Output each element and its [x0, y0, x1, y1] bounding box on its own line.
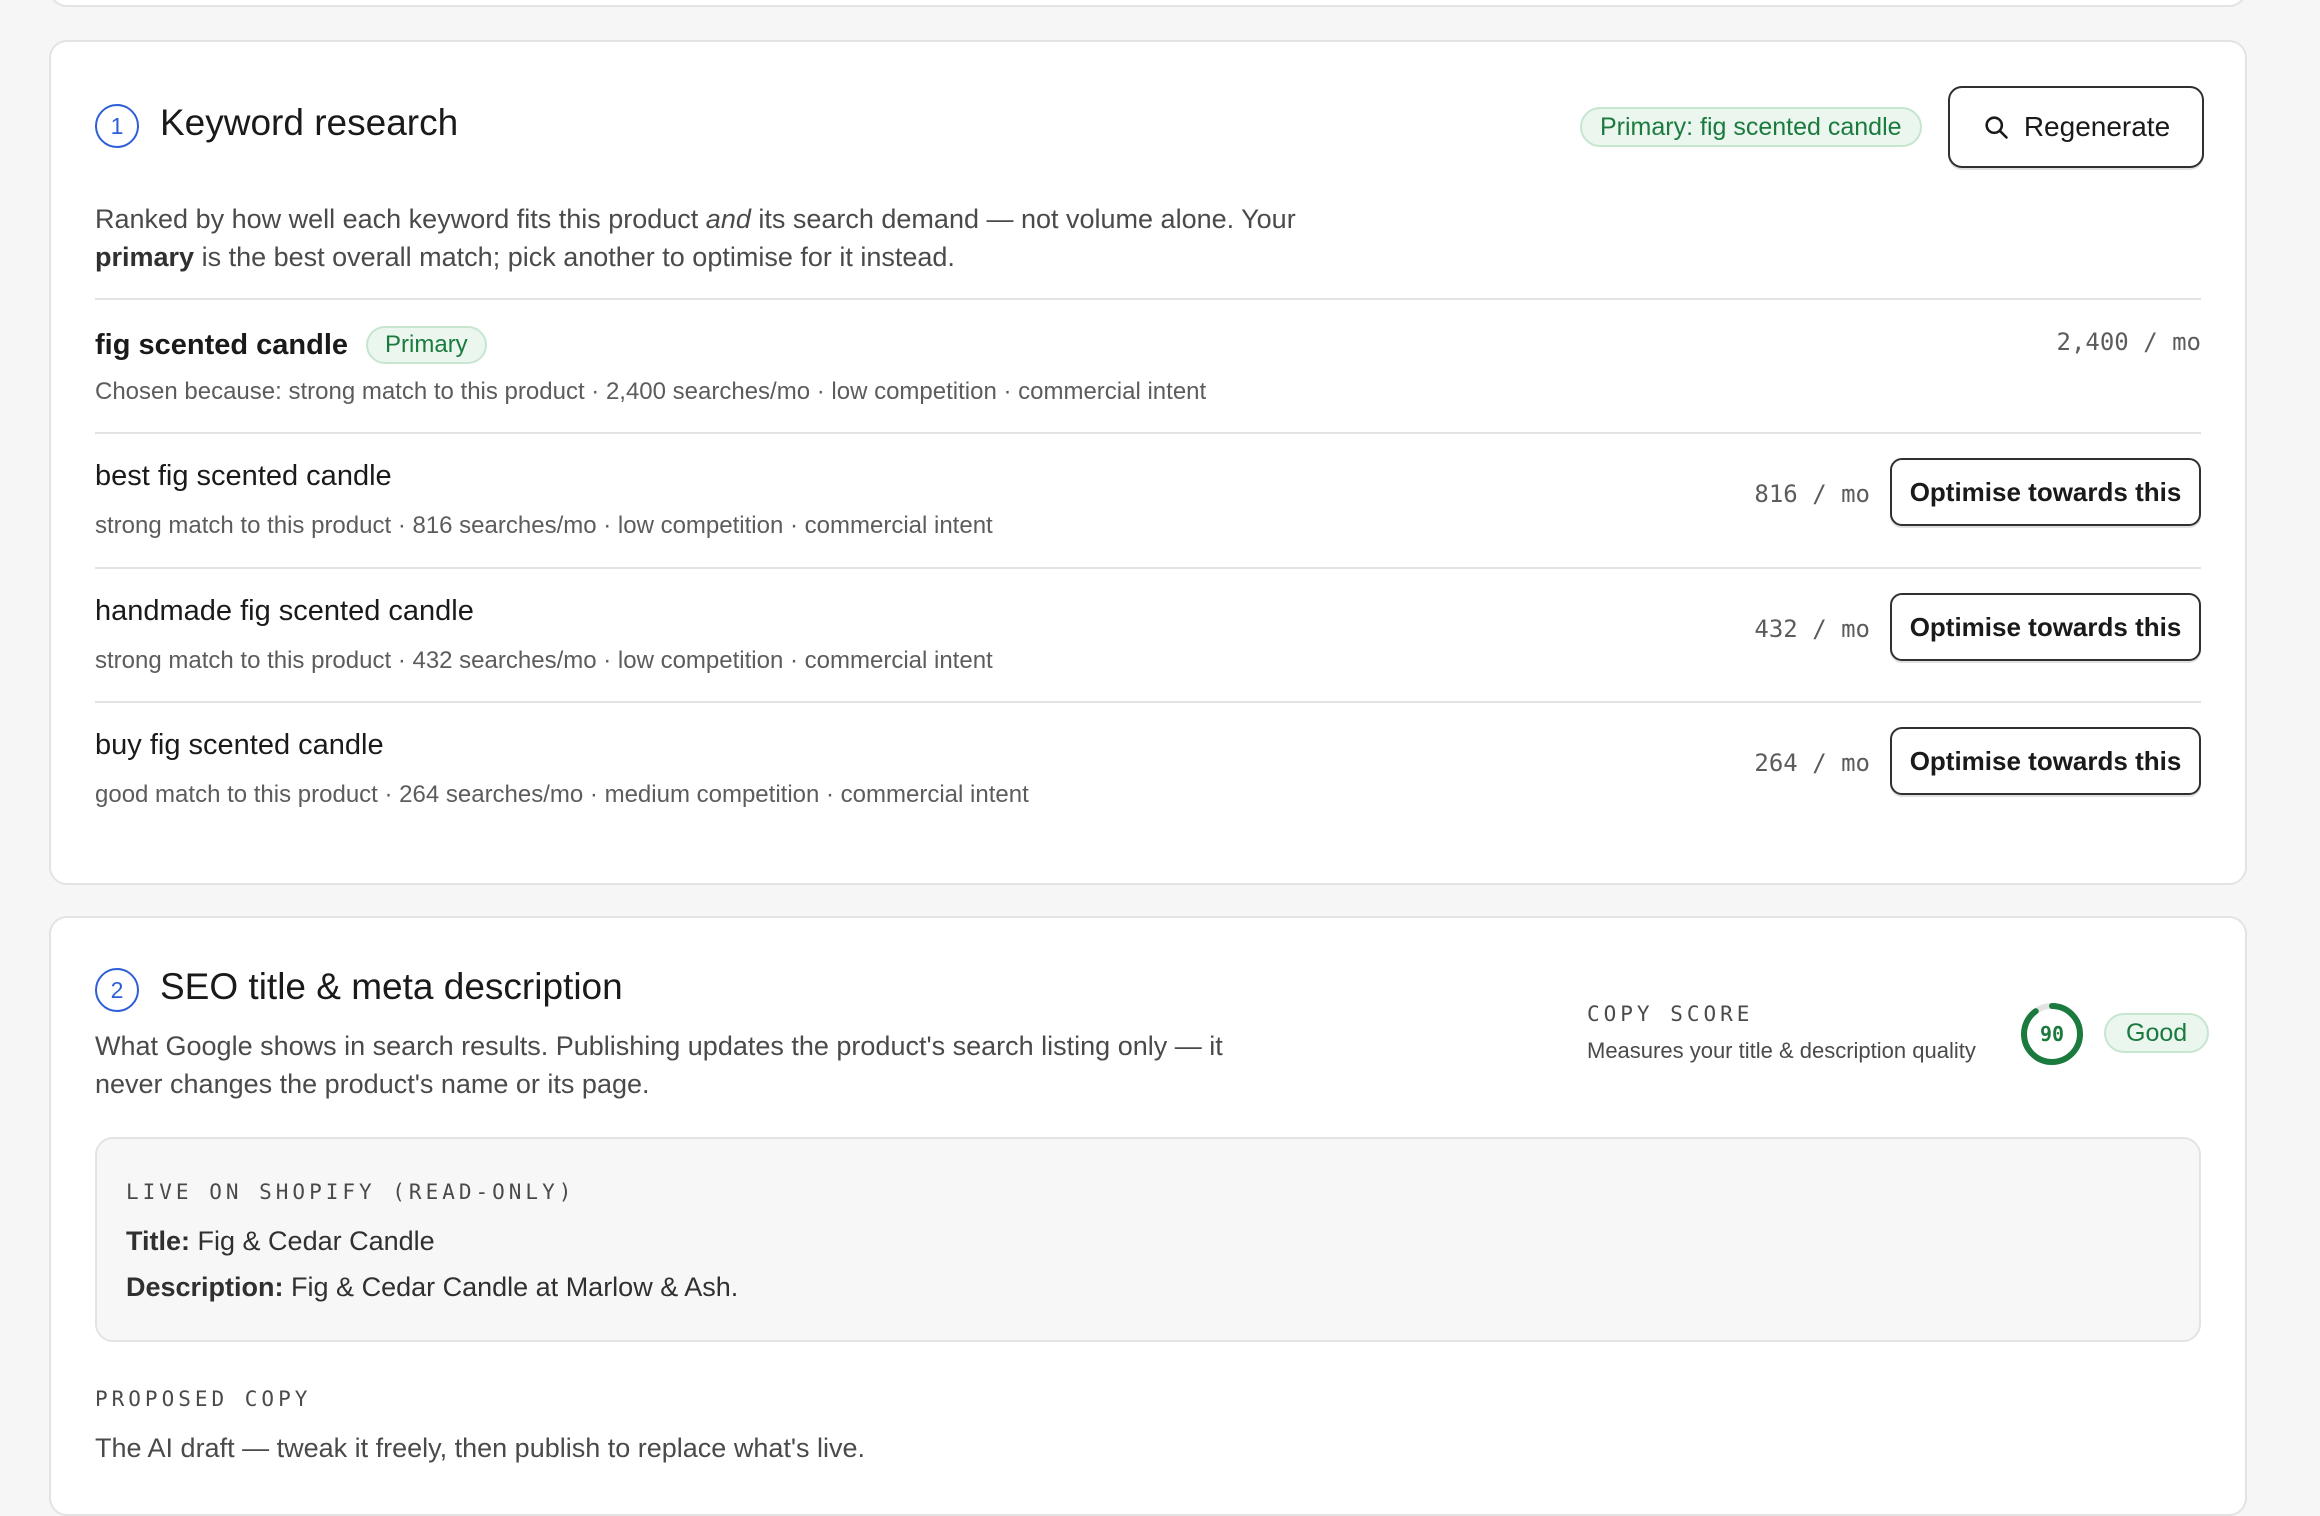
optimise-towards-button[interactable]: Optimise towards this [1890, 727, 2201, 795]
optimise-towards-button[interactable]: Optimise towards this [1890, 458, 2201, 526]
keyword-row-primary: fig scented candle Primary Chosen becaus… [95, 300, 2201, 434]
keyword-volume: 264 / mo [1754, 749, 1870, 777]
optimise-towards-button[interactable]: Optimise towards this [1890, 593, 2201, 661]
keyword-meta: strong match to this product · 432 searc… [95, 647, 993, 674]
primary-badge: Primary [366, 326, 487, 364]
live-description: Description: Fig & Cedar Candle at Marlo… [126, 1272, 739, 1302]
keyword-meta: Chosen because: strong match to this pro… [95, 378, 1207, 405]
proposed-copy-eyebrow: PROPOSED COPY [95, 1387, 312, 1411]
keyword-section-description: Ranked by how well each keyword fits thi… [95, 204, 1296, 272]
keyword-research-card: 1 Keyword research Primary: fig scented … [49, 40, 2247, 885]
keyword-meta: strong match to this product · 816 searc… [95, 512, 993, 539]
keyword-row: buy fig scented candle good match to thi… [95, 703, 2201, 837]
step-number-badge: 2 [95, 968, 139, 1012]
keyword-name: buy fig scented candle [95, 729, 384, 761]
keyword-volume: 816 / mo [1754, 480, 1870, 508]
keyword-name: fig scented candle Primary [95, 326, 487, 364]
step-number-badge: 1 [95, 104, 139, 148]
keyword-meta: good match to this product · 264 searche… [95, 781, 1029, 808]
copy-score-value: 90 [2040, 1022, 2064, 1046]
keyword-row: handmade fig scented candle strong match… [95, 569, 2201, 703]
copy-score-subtitle: Measures your title & description qualit… [1587, 1038, 1976, 1063]
copy-score-ring: 90 [2021, 1003, 2083, 1065]
section-title: Keyword research [160, 102, 459, 143]
live-title: Title: Fig & Cedar Candle [126, 1226, 435, 1256]
keyword-name: best fig scented candle [95, 460, 392, 492]
primary-keyword-chip: Primary: fig scented candle [1580, 107, 1922, 147]
regenerate-button[interactable]: Regenerate [1948, 86, 2204, 168]
live-on-shopify-box: LIVE ON SHOPIFY (READ-ONLY) Title: Fig &… [95, 1137, 2201, 1342]
keyword-name: handmade fig scented candle [95, 595, 474, 627]
previous-card [49, 0, 2247, 7]
copy-score-label: COPY SCORE [1587, 1002, 1754, 1026]
regenerate-label: Regenerate [2023, 111, 2171, 142]
seo-title-meta-card: 2 SEO title & meta description What Goog… [49, 916, 2247, 1516]
seo-section-description: What Google shows in search results. Pub… [95, 1031, 1223, 1099]
keyword-row: best fig scented candle strong match to … [95, 434, 2201, 568]
section-title: SEO title & meta description [160, 966, 623, 1007]
copy-score-rating-badge: Good [2104, 1013, 2210, 1053]
keyword-volume: 2,400 / mo [2056, 328, 2202, 356]
search-icon [1985, 116, 2008, 139]
keyword-volume: 432 / mo [1754, 615, 1870, 643]
live-eyebrow: LIVE ON SHOPIFY (READ-ONLY) [126, 1180, 576, 1204]
proposed-copy-hint: The AI draft — tweak it freely, then pub… [95, 1433, 866, 1463]
